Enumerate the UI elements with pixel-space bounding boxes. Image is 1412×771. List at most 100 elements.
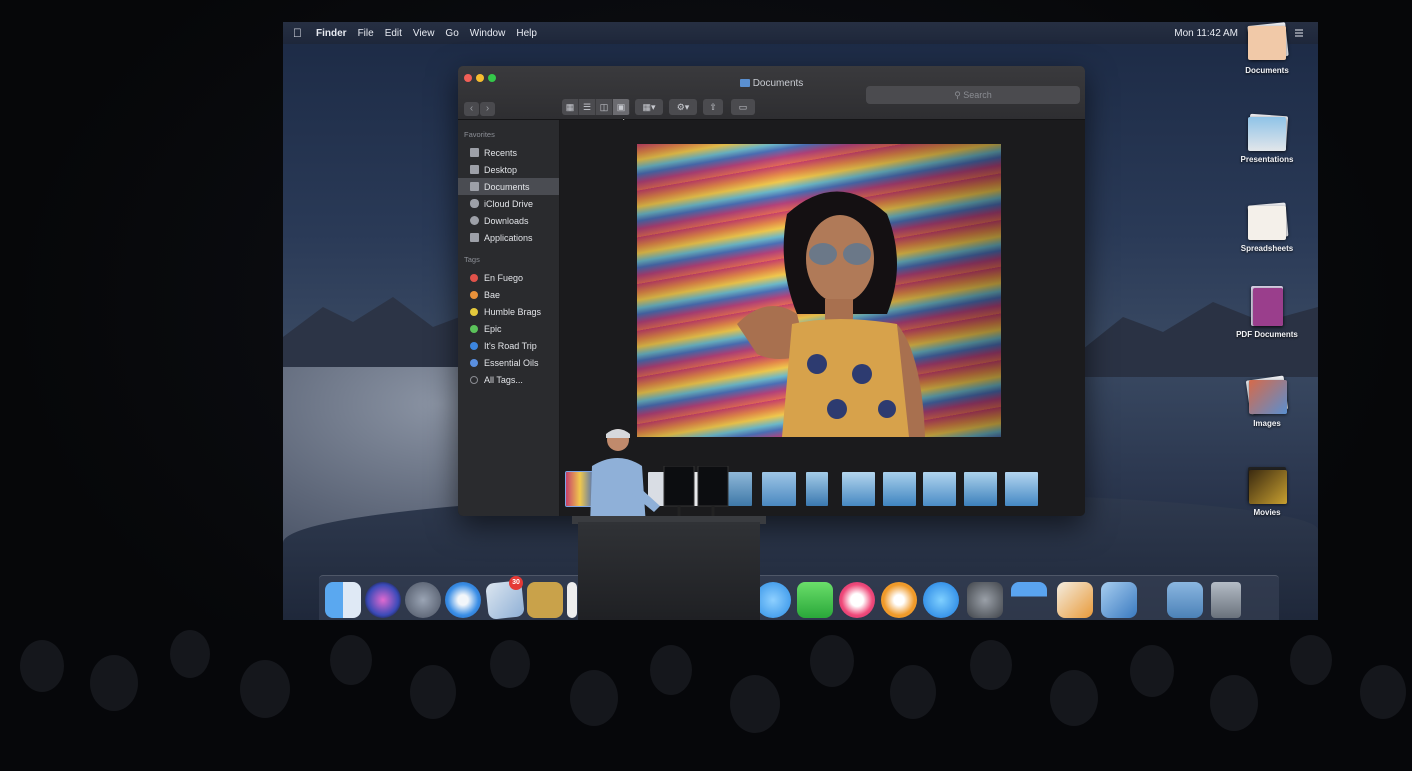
menu-edit[interactable]: Edit bbox=[385, 28, 402, 39]
sidebar-item-label: Documents bbox=[484, 181, 530, 192]
tag-dot-icon bbox=[470, 290, 478, 299]
stack-documents[interactable]: Documents bbox=[1227, 22, 1307, 75]
dock-finder-icon[interactable] bbox=[325, 582, 361, 618]
sidebar-tag-essential-oils[interactable]: Essential Oils bbox=[458, 354, 559, 371]
menu-view[interactable]: View bbox=[413, 28, 435, 39]
stack-label: PDF Documents bbox=[1236, 330, 1298, 339]
tag-dot-icon bbox=[470, 341, 478, 350]
dock-reminders-icon[interactable] bbox=[567, 582, 577, 618]
audience-head bbox=[490, 640, 530, 688]
filmstrip-thumbnail[interactable] bbox=[923, 472, 956, 506]
dock-itunes-icon[interactable] bbox=[839, 582, 875, 618]
sidebar-tag-humble-brags[interactable]: Humble Brags bbox=[458, 303, 559, 320]
dock-launchpad-icon[interactable] bbox=[405, 582, 441, 618]
tag-label: Humble Brags bbox=[484, 306, 542, 317]
menu-file[interactable]: File bbox=[358, 28, 374, 39]
document-icon bbox=[470, 182, 479, 191]
sidebar-item-desktop[interactable]: Desktop bbox=[458, 161, 559, 178]
stack-images[interactable]: Images bbox=[1227, 375, 1307, 428]
forward-button[interactable]: › bbox=[480, 102, 495, 116]
menu-bar:  Finder File Edit View Go Window Help M… bbox=[283, 22, 1318, 44]
sidebar-tag-epic[interactable]: Epic bbox=[458, 320, 559, 337]
filmstrip-thumbnail[interactable] bbox=[964, 472, 997, 506]
tag-button[interactable]: ▭ bbox=[731, 99, 755, 115]
share-button[interactable]: ⇧ bbox=[703, 99, 723, 115]
column-view-button[interactable]: ◫ bbox=[596, 99, 613, 115]
audience-head bbox=[1360, 665, 1406, 719]
filmstrip-thumbnail[interactable] bbox=[883, 472, 916, 506]
sidebar-item-documents[interactable]: Documents bbox=[458, 178, 559, 195]
menu-go[interactable]: Go bbox=[445, 28, 458, 39]
stack-spreadsheets[interactable]: Spreadsheets bbox=[1227, 200, 1307, 253]
audience-head bbox=[170, 630, 210, 678]
tag-dot-icon bbox=[470, 273, 478, 282]
gallery-preview-image[interactable] bbox=[637, 144, 1001, 437]
dock-downloads-icon[interactable] bbox=[1167, 582, 1203, 618]
finder-window: Documents ‹ › ▦ ☰ ◫ ▣ ▦▾ ⚙▾ ⇧ ▭ ⚲ Search… bbox=[458, 66, 1085, 516]
sidebar-item-label: Downloads bbox=[484, 215, 529, 226]
sidebar-item-label: Desktop bbox=[484, 164, 518, 175]
dock-siri-icon[interactable] bbox=[365, 582, 401, 618]
audience-head bbox=[650, 645, 692, 695]
filmstrip-thumbnail[interactable] bbox=[1005, 472, 1038, 506]
gallery-view-button[interactable]: ▣ bbox=[613, 99, 630, 115]
sidebar-tag-en-fuego[interactable]: En Fuego bbox=[458, 269, 559, 286]
back-button[interactable]: ‹ bbox=[464, 102, 479, 116]
filmstrip-thumbnail[interactable] bbox=[842, 472, 875, 506]
cloud-icon bbox=[470, 199, 479, 208]
list-view-button[interactable]: ☰ bbox=[579, 99, 596, 115]
view-switcher: ▦ ☰ ◫ ▣ bbox=[562, 99, 630, 115]
dock-safari-icon[interactable] bbox=[445, 582, 481, 618]
filmstrip-thumbnail[interactable] bbox=[806, 472, 828, 506]
group-menu[interactable]: ▦▾ bbox=[635, 99, 663, 115]
icon-view-button[interactable]: ▦ bbox=[562, 99, 579, 115]
sidebar-tag-road-trip[interactable]: It's Road Trip bbox=[458, 337, 559, 354]
audience-head bbox=[330, 635, 372, 685]
search-field[interactable]: ⚲ Search bbox=[866, 86, 1080, 104]
audience-head bbox=[20, 640, 64, 692]
dock-facetime-icon[interactable] bbox=[797, 582, 833, 618]
menu-help[interactable]: Help bbox=[516, 28, 537, 39]
keynote-stage:  Finder File Edit View Go Window Help M… bbox=[0, 0, 1412, 771]
portrait-figure bbox=[737, 191, 925, 437]
dock-messages-icon[interactable] bbox=[755, 582, 791, 618]
dock-keynote-icon[interactable] bbox=[1011, 582, 1047, 618]
audience-head bbox=[1290, 635, 1332, 685]
apple-menu-icon[interactable]:  bbox=[293, 26, 302, 40]
dock-system-preferences-icon[interactable] bbox=[967, 582, 1003, 618]
podium bbox=[578, 522, 760, 636]
desktop-icon bbox=[470, 165, 479, 174]
tag-label: Bae bbox=[484, 289, 501, 300]
dock-xcode-icon[interactable] bbox=[1101, 582, 1137, 618]
menu-window[interactable]: Window bbox=[470, 28, 506, 39]
stack-pdf-documents[interactable]: PDF Documents bbox=[1227, 286, 1307, 339]
audience-head bbox=[1050, 670, 1098, 726]
dock: 30 bbox=[319, 575, 1279, 625]
sidebar-item-downloads[interactable]: Downloads bbox=[458, 212, 559, 229]
audience-head bbox=[90, 655, 138, 711]
menu-finder[interactable]: Finder bbox=[316, 28, 347, 39]
stack-movies[interactable]: Movies bbox=[1227, 464, 1307, 517]
sidebar-all-tags[interactable]: All Tags... bbox=[458, 371, 559, 388]
sidebar-item-icloud-drive[interactable]: iCloud Drive bbox=[458, 195, 559, 212]
stack-presentations[interactable]: Presentations bbox=[1227, 111, 1307, 164]
stack-label: Movies bbox=[1253, 508, 1281, 517]
action-menu[interactable]: ⚙▾ bbox=[669, 99, 697, 115]
sidebar-item-applications[interactable]: Applications bbox=[458, 229, 559, 246]
stack-images-icon bbox=[1245, 375, 1289, 415]
dock-notes-icon[interactable] bbox=[527, 582, 563, 618]
dock-books-icon[interactable] bbox=[881, 582, 917, 618]
sidebar-item-recents[interactable]: Recents bbox=[458, 144, 559, 161]
tag-dot-icon bbox=[470, 324, 478, 333]
tag-label: It's Road Trip bbox=[484, 340, 537, 351]
tag-label: Epic bbox=[484, 323, 502, 334]
window-title-label: Documents bbox=[752, 78, 804, 89]
stack-label: Spreadsheets bbox=[1240, 244, 1294, 253]
demo-monitors bbox=[663, 466, 729, 522]
dock-pages-icon[interactable] bbox=[1057, 582, 1093, 618]
dock-app-store-icon[interactable] bbox=[923, 582, 959, 618]
sidebar-tag-bae[interactable]: Bae bbox=[458, 286, 559, 303]
filmstrip-thumbnail[interactable] bbox=[762, 472, 796, 506]
dock-trash-icon[interactable] bbox=[1211, 582, 1241, 618]
folder-icon bbox=[739, 79, 750, 87]
